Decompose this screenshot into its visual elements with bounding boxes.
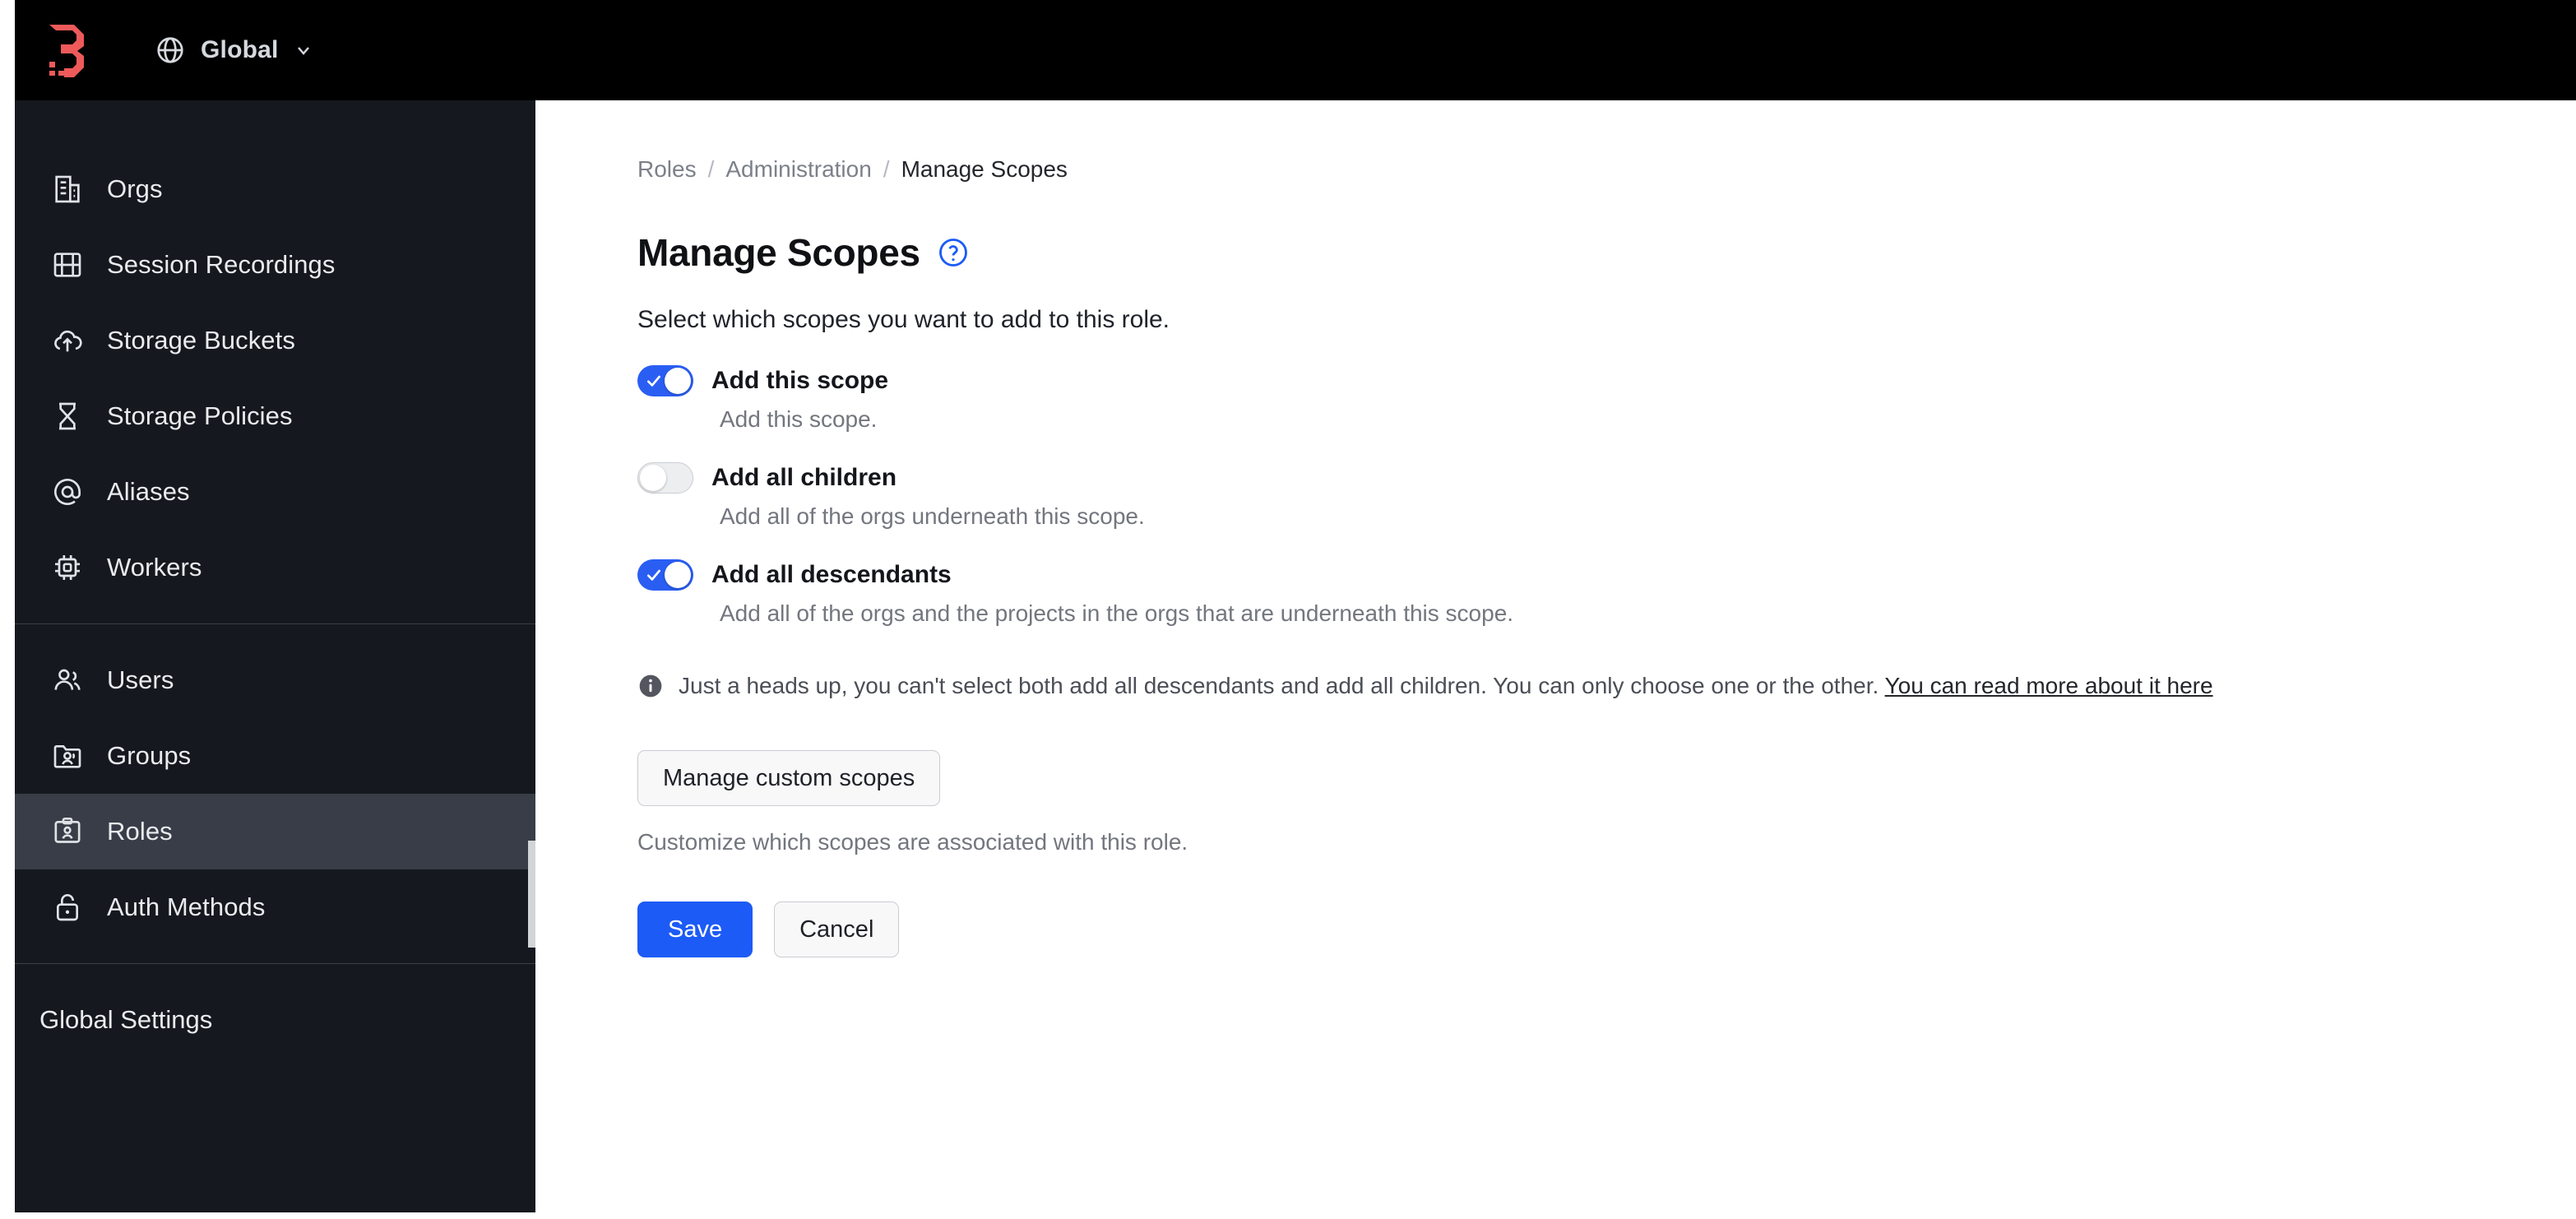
save-button[interactable]: Save bbox=[637, 902, 753, 957]
id-badge-icon bbox=[54, 817, 81, 843]
toggle-row: Add all children bbox=[637, 462, 2576, 494]
sidebar-item-roles[interactable]: Roles bbox=[15, 794, 535, 869]
sidebar-item-label: Aliases bbox=[107, 477, 190, 506]
toggle-knob bbox=[665, 562, 691, 588]
toggle-add-all-descendants[interactable] bbox=[637, 559, 693, 591]
sidebar-item-global-settings[interactable]: Global Settings bbox=[15, 982, 535, 1058]
scope-label: Global bbox=[201, 36, 279, 63]
toggle-description: Add all of the orgs and the projects in … bbox=[720, 600, 1514, 626]
help-circle-icon[interactable] bbox=[937, 236, 970, 269]
sidebar-item-groups[interactable]: Groups bbox=[15, 718, 535, 794]
info-banner-text: Just a heads up, you can't select both a… bbox=[679, 673, 2213, 699]
custom-scopes-helper-text: Customize which scopes are associated wi… bbox=[637, 829, 1188, 855]
globe-icon bbox=[157, 37, 183, 63]
toggle-block-add-all-children: Add all children Add all of the orgs und… bbox=[637, 462, 2576, 530]
sidebar-top-spacer bbox=[15, 100, 535, 151]
sidebar-item-label: Orgs bbox=[107, 174, 163, 203]
toggle-add-all-children[interactable] bbox=[637, 462, 693, 494]
main-content: Roles / Administration / Manage Scopes M… bbox=[537, 100, 2576, 1219]
form-actions: Save Cancel bbox=[637, 902, 2576, 957]
sidebar-item-orgs[interactable]: Orgs bbox=[15, 151, 535, 227]
sidebar-item-label: Session Recordings bbox=[107, 250, 336, 279]
toggle-add-this-scope[interactable] bbox=[637, 365, 693, 396]
toggle-knob bbox=[640, 465, 666, 491]
sidebar-item-label: Auth Methods bbox=[107, 892, 266, 921]
sidebar-scrollbar-thumb[interactable] bbox=[528, 841, 535, 948]
boundary-logo[interactable] bbox=[44, 23, 90, 77]
sidebar-group-iam: Users Groups Roles Auth Methods bbox=[15, 642, 535, 945]
at-sign-icon bbox=[54, 479, 81, 505]
hourglass-icon bbox=[59, 402, 76, 430]
building-icon bbox=[55, 175, 80, 203]
cloud-upload-icon bbox=[54, 330, 82, 352]
toggle-block-add-this-scope: Add this scope Add this scope. bbox=[637, 365, 2576, 433]
users-icon bbox=[54, 669, 81, 690]
page-title-row: Manage Scopes bbox=[637, 230, 2576, 275]
toggle-label: Add all descendants bbox=[711, 561, 952, 588]
breadcrumb-separator: / bbox=[883, 156, 890, 182]
folder-users-icon bbox=[53, 745, 81, 768]
sidebar-item-auth-methods[interactable]: Auth Methods bbox=[15, 869, 535, 945]
sidebar-item-label: Users bbox=[107, 665, 174, 694]
toggle-description: Add all of the orgs underneath this scop… bbox=[720, 503, 1145, 529]
toggle-description: Add this scope. bbox=[720, 406, 878, 432]
breadcrumb-separator: / bbox=[707, 156, 715, 182]
toggle-label: Add this scope bbox=[711, 367, 889, 394]
sidebar-item-label: Groups bbox=[107, 741, 192, 770]
breadcrumb-item-roles[interactable]: Roles bbox=[637, 156, 697, 183]
info-circle-icon bbox=[639, 674, 662, 698]
page-subtitle: Select which scopes you want to add to t… bbox=[637, 306, 1170, 333]
sidebar-group-resources: Orgs Session Recordings Storage Buckets bbox=[15, 151, 535, 605]
info-banner-message: Just a heads up, you can't select both a… bbox=[679, 673, 1885, 698]
page-title: Manage Scopes bbox=[637, 231, 920, 274]
info-banner-link[interactable]: You can read more about it here bbox=[1885, 673, 2213, 698]
sidebar-navigation: Orgs Session Recordings Storage Buckets bbox=[15, 100, 536, 1212]
breadcrumb-item-manage-scopes: Manage Scopes bbox=[901, 156, 1068, 182]
sidebar-item-users[interactable]: Users bbox=[15, 642, 535, 718]
sidebar-item-label: Workers bbox=[107, 553, 202, 582]
toggle-label: Add all children bbox=[711, 464, 897, 491]
info-banner: Just a heads up, you can't select both a… bbox=[637, 673, 2576, 699]
app-root: Global Orgs Session Recordings Storage B… bbox=[0, 0, 2576, 1219]
check-icon bbox=[647, 569, 660, 581]
toggle-block-add-all-descendants: Add all descendants Add all of the orgs … bbox=[637, 559, 2576, 627]
sidebar-item-workers[interactable]: Workers bbox=[15, 530, 535, 605]
sidebar-item-label: Storage Buckets bbox=[107, 326, 295, 355]
manage-custom-scopes-button[interactable]: Manage custom scopes bbox=[637, 750, 941, 806]
sidebar-item-aliases[interactable]: Aliases bbox=[15, 454, 535, 530]
toggle-knob bbox=[665, 368, 691, 394]
sidebar-divider bbox=[15, 963, 535, 964]
chevron-down-icon bbox=[297, 47, 309, 55]
film-icon bbox=[53, 253, 81, 277]
breadcrumb: Roles / Administration / Manage Scopes bbox=[637, 156, 2576, 183]
sidebar-item-label: Global Settings bbox=[39, 1005, 213, 1034]
sidebar-item-storage-buckets[interactable]: Storage Buckets bbox=[15, 303, 535, 378]
cpu-icon bbox=[55, 555, 80, 580]
sidebar-divider bbox=[15, 623, 535, 624]
check-icon bbox=[647, 375, 660, 387]
scope-switcher[interactable]: Global bbox=[146, 28, 322, 72]
top-navigation-bar: Global bbox=[15, 0, 2576, 100]
sidebar-item-label: Storage Policies bbox=[107, 401, 293, 430]
toggle-row: Add all descendants bbox=[637, 559, 2576, 591]
sidebar-item-storage-policies[interactable]: Storage Policies bbox=[15, 378, 535, 454]
sidebar-item-label: Roles bbox=[107, 817, 173, 846]
toggle-row: Add this scope bbox=[637, 365, 2576, 396]
breadcrumb-item-administration[interactable]: Administration bbox=[725, 156, 871, 183]
lock-icon bbox=[57, 894, 78, 921]
cancel-button[interactable]: Cancel bbox=[774, 902, 900, 957]
sidebar-item-session-recordings[interactable]: Session Recordings bbox=[15, 227, 535, 303]
